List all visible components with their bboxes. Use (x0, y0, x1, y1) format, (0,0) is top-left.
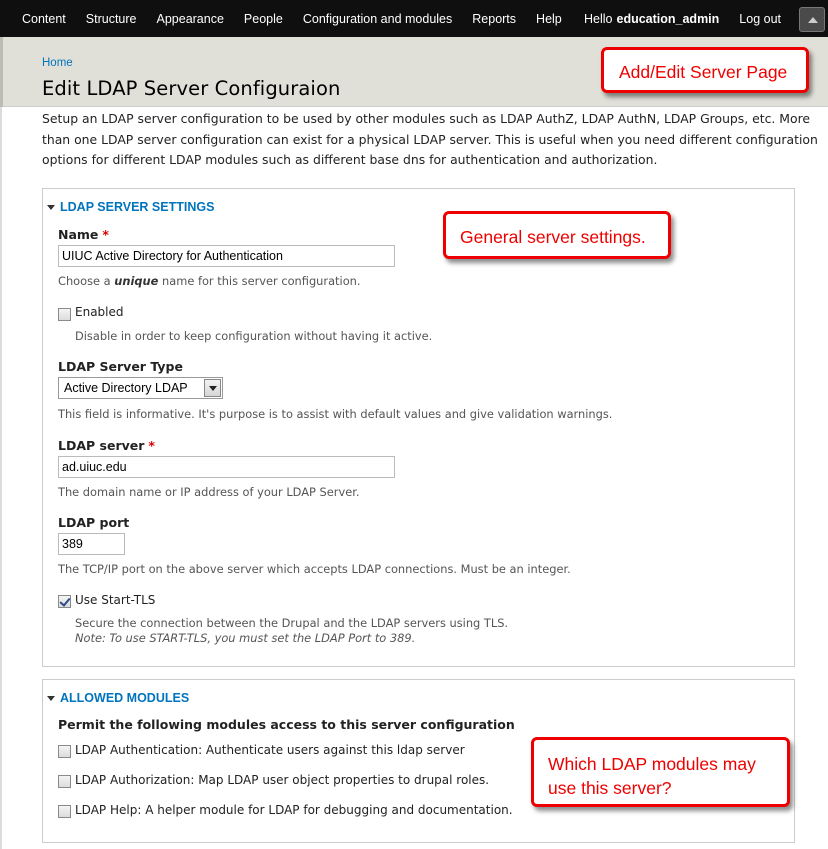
module-checkbox-authentication[interactable] (58, 745, 71, 758)
chevron-up-icon (808, 17, 818, 23)
name-help-prefix: Choose a (58, 274, 111, 288)
module-label-authentication[interactable]: LDAP Authentication: Authenticate users … (75, 743, 465, 757)
menu-configuration[interactable]: Configuration and modules (293, 12, 462, 26)
ldap-port-label: LDAP port (58, 515, 130, 530)
callout-page-text: Add/Edit Server Page (619, 62, 788, 82)
toolbar-menu: Content Structure Appearance People Conf… (12, 0, 572, 37)
username-link[interactable]: education_admin (617, 12, 720, 26)
ldap-server-help: The domain name or IP address of your LD… (58, 485, 360, 499)
name-help: Choose a unique name for this server con… (58, 274, 361, 288)
ldap-server-label-text: LDAP server (58, 438, 145, 453)
callout-page: Add/Edit Server Page (601, 47, 809, 93)
page-description: Setup an LDAP server configuration to be… (42, 111, 818, 167)
name-label: Name * (58, 227, 109, 242)
server-settings-legend[interactable]: LDAP SERVER SETTINGS (47, 200, 214, 214)
required-marker: * (148, 438, 155, 453)
admin-toolbar: Content Structure Appearance People Conf… (0, 0, 828, 37)
ldap-port-help: The TCP/IP port on the above server whic… (58, 562, 571, 576)
module-checkbox-authorization[interactable] (58, 775, 71, 788)
callout-general-text: General server settings. (460, 227, 646, 247)
menu-structure[interactable]: Structure (76, 12, 147, 26)
collapse-caret-icon (47, 204, 55, 210)
page-title: Edit LDAP Server Configuraion (42, 77, 341, 100)
start-tls-label[interactable]: Use Start-TLS (75, 593, 155, 607)
name-label-text: Name (58, 227, 99, 242)
collapse-caret-icon (47, 695, 55, 701)
left-border (0, 107, 2, 849)
start-tls-help: Secure the connection between the Drupal… (75, 616, 509, 630)
server-settings-legend-text: LDAP SERVER SETTINGS (60, 200, 215, 214)
ldap-port-input[interactable]: 389 (58, 533, 125, 555)
ldap-server-input[interactable]: ad.uiuc.edu (58, 456, 395, 478)
server-settings-fieldset: LDAP SERVER SETTINGS Name * UIUC Active D… (42, 188, 795, 667)
module-checkbox-help[interactable] (58, 805, 71, 818)
server-type-label: LDAP Server Type (58, 359, 183, 374)
allowed-modules-legend[interactable]: ALLOWED MODULES (47, 691, 189, 705)
callout-modules-line2: use this server? (548, 778, 672, 798)
allowed-modules-legend-text: ALLOWED MODULES (60, 691, 190, 705)
enabled-checkbox[interactable] (58, 308, 71, 321)
menu-help[interactable]: Help (526, 12, 572, 26)
start-tls-checkbox[interactable] (58, 595, 71, 608)
breadcrumb-home[interactable]: Home (42, 57, 73, 69)
left-edge-divider (0, 37, 3, 107)
logout-link[interactable]: Log out (739, 12, 781, 26)
server-type-select[interactable]: Active Directory LDAP (58, 377, 223, 399)
module-label-authorization[interactable]: LDAP Authorization: Map LDAP user object… (75, 773, 489, 787)
toolbar-toggle-button[interactable] (799, 7, 825, 32)
menu-content[interactable]: Content (12, 12, 76, 26)
menu-people[interactable]: People (234, 12, 293, 26)
name-help-emphasis: unique (114, 274, 159, 288)
ldap-server-label: LDAP server * (58, 438, 155, 453)
name-help-suffix: name for this server configuration. (162, 274, 361, 288)
enabled-label[interactable]: Enabled (75, 305, 124, 319)
toolbar-user: Hello education_admin Log out (584, 0, 781, 37)
callout-modules: Which LDAP modules may use this server? (531, 737, 790, 807)
callout-general: General server settings. (443, 211, 671, 259)
enabled-help: Disable in order to keep configuration w… (75, 329, 433, 343)
allowed-modules-heading: Permit the following modules access to t… (58, 717, 515, 732)
callout-modules-line1: Which LDAP modules may (548, 754, 756, 774)
server-type-value: Active Directory LDAP (64, 381, 188, 395)
dropdown-arrow-icon[interactable] (204, 379, 221, 397)
menu-appearance[interactable]: Appearance (147, 12, 234, 26)
module-label-help[interactable]: LDAP Help: A helper module for LDAP for … (75, 803, 513, 817)
menu-reports[interactable]: Reports (462, 12, 526, 26)
name-input[interactable]: UIUC Active Directory for Authentication (58, 245, 395, 267)
start-tls-note: Note: To use START-TLS, you must set the… (75, 631, 416, 645)
hello-text: Hello (584, 11, 613, 26)
required-marker: * (102, 227, 109, 242)
server-type-help: This field is informative. It's purpose … (58, 407, 613, 421)
